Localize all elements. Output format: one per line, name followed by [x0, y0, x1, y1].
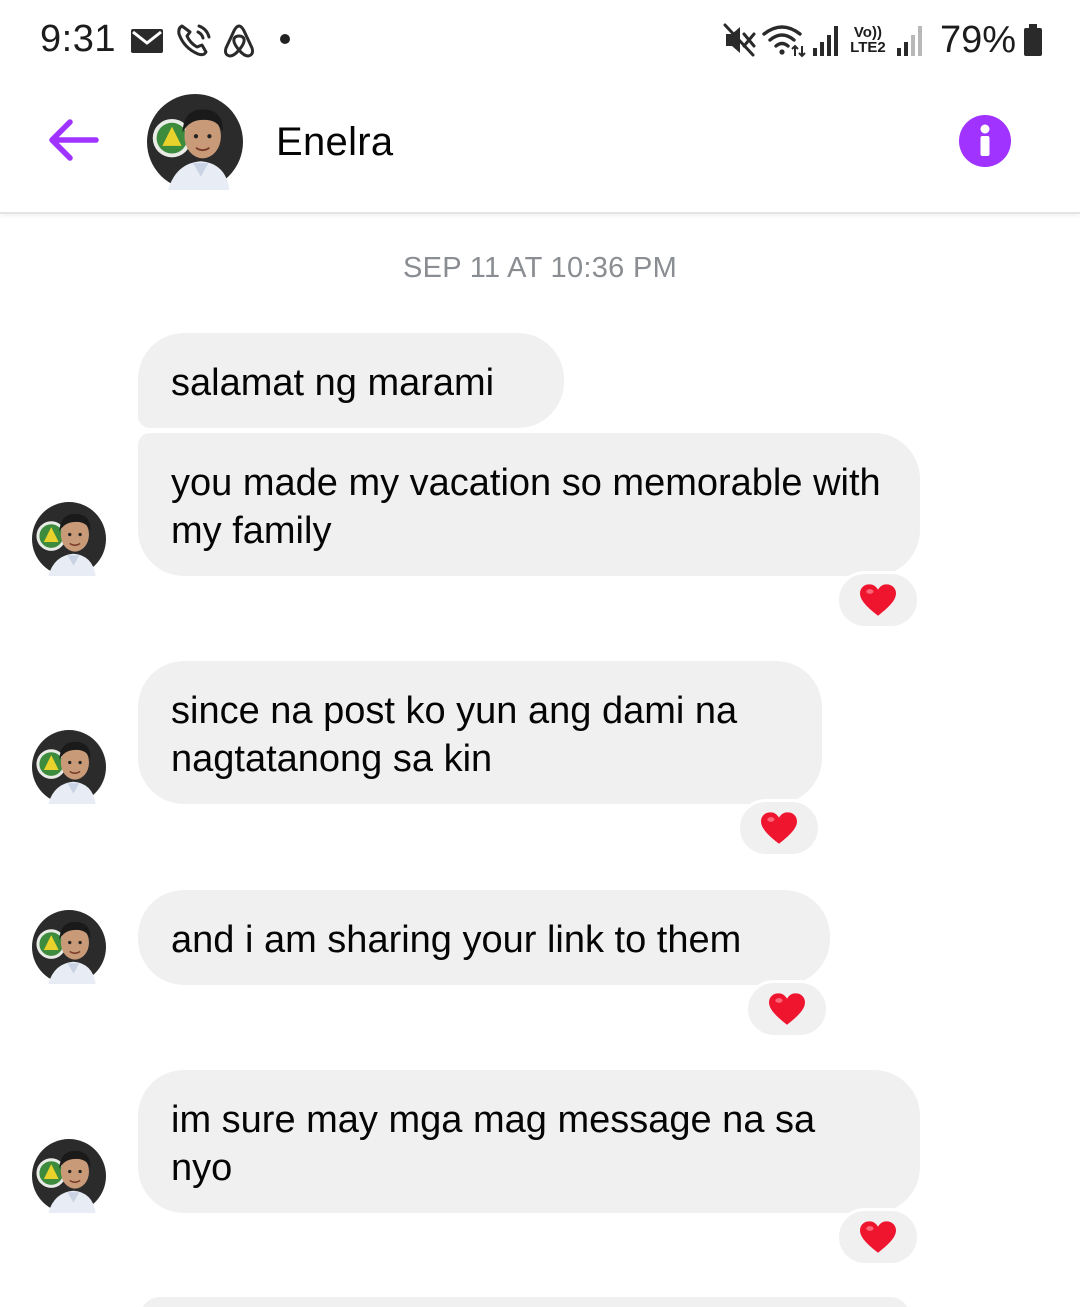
wifi-icon: [762, 25, 806, 58]
message-bubble[interactable]: salamat ng marami: [138, 333, 564, 428]
heart-icon: [860, 1221, 896, 1254]
heart-icon: [860, 584, 896, 617]
avatar[interactable]: [147, 94, 243, 190]
dot-icon: [280, 34, 290, 44]
message-bubble[interactable]: im sure may mga mag message na sa nyo: [138, 1070, 920, 1213]
status-bar: 9:31 Vo)) LTE2 79%: [0, 0, 1080, 80]
status-time: 9:31: [40, 18, 116, 60]
info-button[interactable]: [959, 115, 1011, 167]
message-timestamp: SEP 11 AT 10:36 PM: [402, 252, 678, 284]
heart-reaction[interactable]: [745, 980, 829, 1038]
message-text: im sure may mga mag message na sa nyo: [171, 1099, 816, 1189]
heart-icon: [761, 812, 797, 845]
heart-reaction[interactable]: [836, 1208, 920, 1266]
signal-icon: [812, 26, 838, 56]
avatar[interactable]: [32, 502, 106, 576]
message-text: salamat ng marami: [171, 362, 495, 404]
message-text: and i am sharing your link to them: [171, 919, 742, 961]
message-text: since na post ko yun ang dami na nagtata…: [171, 690, 738, 780]
arrow-left-icon[interactable]: [48, 118, 100, 162]
heart-icon: [769, 993, 805, 1026]
signal-icon-2: [896, 26, 922, 56]
avatar[interactable]: [32, 910, 106, 984]
status-right: Vo)) LTE2 79%: [722, 16, 1044, 64]
contact-name[interactable]: Enelra: [276, 120, 393, 165]
message-bubble[interactable]: and i am sharing your link to them: [138, 890, 830, 985]
avatar[interactable]: [32, 730, 106, 804]
volte-lte-label: Vo)) LTE2: [850, 24, 886, 56]
info-icon: [980, 124, 990, 156]
battery-icon: [1024, 24, 1042, 56]
message-bubble-partial: [140, 1297, 910, 1307]
message-bubble[interactable]: you made my vacation so memorable with m…: [138, 433, 920, 576]
avatar[interactable]: [32, 1139, 106, 1213]
mute-icon: [723, 23, 756, 57]
message-bubble[interactable]: since na post ko yun ang dami na nagtata…: [138, 661, 822, 804]
message-text: you made my vacation so memorable with m…: [171, 462, 881, 552]
heart-reaction[interactable]: [737, 799, 821, 857]
chat-header: Enelra: [0, 80, 1080, 214]
airbnb-icon: [224, 24, 254, 58]
battery-percent: 79%: [939, 18, 1016, 61]
wifi-call-icon: [177, 24, 211, 57]
email-icon: [131, 29, 163, 53]
heart-reaction[interactable]: [836, 571, 920, 629]
